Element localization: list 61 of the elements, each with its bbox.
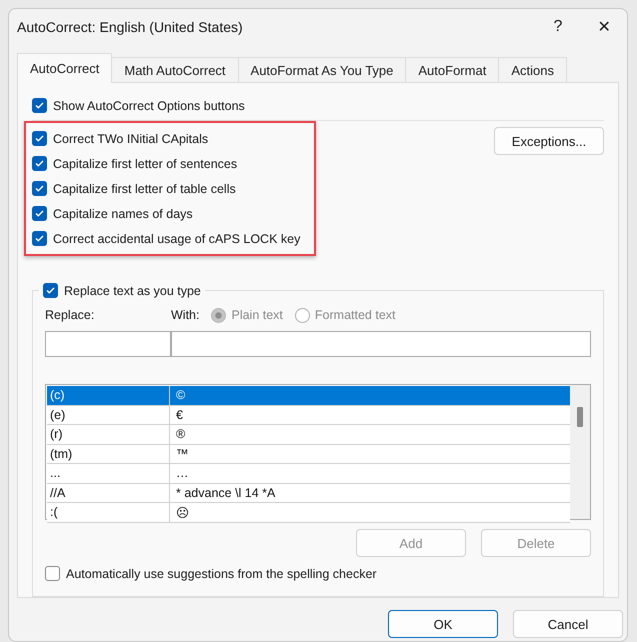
replace-label: Replace: (45, 308, 96, 322)
with-field[interactable] (171, 331, 591, 357)
radio-label: Plain text (231, 308, 283, 322)
table-cell: (e) (47, 406, 170, 424)
table-cell: (r) (47, 425, 170, 444)
checkbox[interactable] (32, 156, 47, 171)
check-icon (34, 158, 45, 169)
cancel-button[interactable]: Cancel (513, 610, 623, 638)
check-icon (34, 233, 45, 244)
radio-button[interactable] (211, 308, 226, 322)
table-cell-text: * advance \l 14 *A (175, 484, 276, 502)
radio-label: Formatted text (314, 308, 396, 322)
table-cell: :( (47, 503, 170, 522)
list-row[interactable]: (tm) ™ (47, 444, 570, 464)
radio-button[interactable] (294, 308, 310, 322)
table-cell: (tm) (47, 444, 170, 463)
checkbox-label: Replace text as you type (64, 284, 201, 298)
checkbox-label: Capitalize first letter of sentences (53, 156, 238, 170)
table-cell: //A (47, 484, 170, 502)
list-row[interactable]: (c) © (47, 386, 570, 406)
checkbox-label: Correct TWo INitial CApitals (53, 132, 208, 146)
checkbox-label: Capitalize names of days (53, 206, 193, 220)
tab[interactable]: Actions (498, 57, 567, 83)
checkbox[interactable] (32, 131, 47, 146)
checkbox-label: Automatically use suggestions from the spelling checker (66, 566, 377, 580)
window-title: AutoCorrect: English (United States) (17, 19, 244, 35)
list-row[interactable]: (r) ® (47, 425, 570, 444)
table-cell: ... (47, 464, 170, 482)
help-button[interactable]: ? (535, 11, 581, 43)
check-icon (34, 133, 45, 144)
with-label: With: (171, 308, 200, 322)
list-row[interactable]: ... … (47, 464, 570, 484)
table-cell-text: ☹ (175, 504, 191, 522)
list-row[interactable]: :( ☹ (47, 503, 570, 522)
tab[interactable]: AutoCorrect (17, 53, 112, 83)
ok-button[interactable]: OK (388, 610, 498, 638)
table-cell-text: © (175, 387, 186, 404)
table-cell-text: € (175, 406, 184, 424)
checkbox[interactable] (45, 566, 60, 581)
replace-field[interactable] (45, 331, 171, 357)
exceptions-button[interactable]: Exceptions... (494, 127, 604, 155)
checkbox[interactable] (32, 181, 47, 196)
checkbox[interactable] (32, 98, 47, 113)
check-icon (34, 208, 45, 219)
table-cell-text: ™ (175, 446, 190, 463)
checkbox[interactable] (32, 206, 47, 221)
scrollbar[interactable] (570, 385, 590, 519)
table-cell-text: ® (175, 426, 186, 444)
checkbox[interactable] (32, 231, 47, 246)
check-icon (34, 100, 45, 111)
checkbox[interactable] (43, 283, 58, 298)
checkbox-label: Capitalize first letter of table cells (53, 182, 236, 196)
check-icon (34, 183, 45, 194)
table-cell-text: … (175, 465, 190, 482)
checkbox-label: Show AutoCorrect Options buttons (53, 98, 245, 112)
close-button[interactable]: ✕ (581, 11, 627, 43)
check-icon (45, 285, 56, 296)
list-row[interactable]: //A * advance \l 14 *A (47, 484, 570, 503)
checkbox-label: Correct accidental usage of cAPS LOCK key (53, 232, 300, 246)
table-cell: (c) (47, 386, 170, 404)
list-row[interactable]: (e) € (47, 406, 570, 425)
